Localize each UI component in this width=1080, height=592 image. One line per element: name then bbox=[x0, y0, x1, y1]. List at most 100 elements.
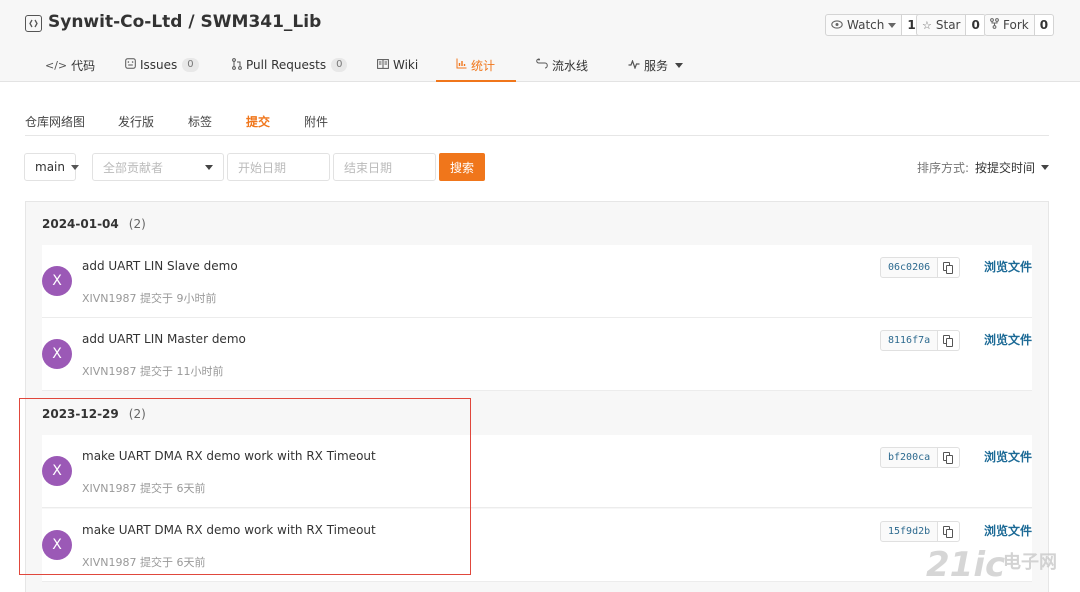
tab-pull-requests[interactable]: Pull Requests 0 bbox=[232, 48, 348, 82]
commit-message[interactable]: make UART DMA RX demo work with RX Timeo… bbox=[82, 523, 376, 537]
subnav-commits[interactable]: 提交 bbox=[246, 113, 270, 130]
fork-icon bbox=[990, 18, 999, 32]
commit-sha[interactable]: 8116f7a bbox=[880, 330, 939, 351]
commit-meta: XIVN1987 提交于 6天前 bbox=[82, 482, 206, 495]
chevron-down-icon bbox=[70, 164, 79, 170]
chevron-down-icon bbox=[205, 164, 213, 170]
commit-sha[interactable]: 15f9d2b bbox=[880, 521, 939, 542]
star-group: ☆ Star 0 bbox=[916, 14, 986, 36]
search-button[interactable]: 搜索 bbox=[439, 153, 485, 181]
copy-icon[interactable] bbox=[938, 330, 961, 351]
browse-files-link[interactable]: 浏览文件 bbox=[984, 258, 1032, 275]
commit-row: X add UART LIN Slave demo XIVN1987 提交于 9… bbox=[42, 245, 1032, 318]
commit-sha-group: 8116f7a bbox=[880, 330, 961, 351]
subnav-attachments[interactable]: 附件 bbox=[304, 113, 328, 130]
watch-label: Watch bbox=[847, 18, 885, 32]
star-button[interactable]: ☆ Star bbox=[916, 14, 967, 36]
fork-label: Fork bbox=[1003, 18, 1029, 32]
service-icon bbox=[628, 58, 640, 72]
eye-icon bbox=[831, 19, 843, 32]
subnav-releases[interactable]: 发行版 bbox=[118, 113, 154, 130]
copy-icon[interactable] bbox=[938, 447, 961, 468]
commit-list: 2024-01-04 (2) X add UART LIN Slave demo… bbox=[25, 201, 1049, 592]
copy-icon[interactable] bbox=[938, 521, 961, 542]
commit-date: 2023-12-29 bbox=[42, 406, 119, 421]
repo-tabs: </> 代码 Issues 0 Pull Requests 0 Wiki 统计 … bbox=[0, 48, 1080, 82]
fork-group: Fork 0 bbox=[984, 14, 1055, 36]
star-icon: ☆ bbox=[922, 18, 932, 32]
end-date-placeholder: 结束日期 bbox=[344, 160, 393, 175]
avatar[interactable]: X bbox=[42, 530, 72, 560]
commit-meta: XIVN1987 提交于 9小时前 bbox=[82, 292, 217, 305]
commit-message[interactable]: add UART LIN Master demo bbox=[82, 332, 246, 346]
chevron-down-icon bbox=[675, 62, 684, 68]
contributors-select[interactable]: 全部贡献者 bbox=[92, 153, 224, 181]
commit-sha[interactable]: 06c0206 bbox=[880, 257, 939, 278]
watermark-text: 电子网 bbox=[1003, 552, 1057, 573]
tab-issues[interactable]: Issues 0 bbox=[125, 48, 199, 82]
issues-count-badge: 0 bbox=[182, 58, 199, 72]
repo-owner-link[interactable]: Synwit-Co-Ltd bbox=[48, 12, 182, 32]
commit-date-group: 2023-12-29 (2) bbox=[26, 392, 1048, 435]
tab-pipeline[interactable]: 流水线 bbox=[536, 48, 588, 82]
repo-header: Synwit-Co-Ltd / SWM341_Lib Watch 1 ☆ Sta… bbox=[0, 0, 1080, 82]
copy-icon[interactable] bbox=[938, 257, 961, 278]
tab-label: Pull Requests bbox=[246, 58, 327, 72]
fork-count[interactable]: 0 bbox=[1034, 14, 1055, 36]
pull-request-icon bbox=[232, 57, 242, 73]
tab-wiki[interactable]: Wiki bbox=[377, 48, 418, 82]
pipeline-icon bbox=[536, 58, 548, 72]
tab-label: 统计 bbox=[471, 58, 496, 73]
tab-label: 服务 bbox=[644, 58, 669, 73]
start-date-input[interactable]: 开始日期 bbox=[227, 153, 330, 181]
tab-code[interactable]: </> 代码 bbox=[45, 48, 95, 82]
tab-statistics[interactable]: 统计 bbox=[456, 48, 495, 82]
commit-row: X make UART DMA RX demo work with RX Tim… bbox=[42, 509, 1032, 582]
commit-message[interactable]: make UART DMA RX demo work with RX Timeo… bbox=[82, 449, 376, 463]
commit-sha[interactable]: bf200ca bbox=[880, 447, 939, 468]
branch-select[interactable]: main bbox=[24, 153, 79, 181]
chevron-down-icon bbox=[1041, 165, 1049, 170]
star-count[interactable]: 0 bbox=[966, 14, 986, 36]
end-date-input[interactable]: 结束日期 bbox=[333, 153, 436, 181]
commit-row: X make UART DMA RX demo work with RX Tim… bbox=[42, 435, 1032, 508]
avatar[interactable]: X bbox=[42, 456, 72, 486]
code-icon: </> bbox=[45, 58, 68, 72]
pull-requests-count-badge: 0 bbox=[331, 58, 348, 72]
repo-title: Synwit-Co-Ltd / SWM341_Lib bbox=[48, 12, 321, 32]
tab-label: Wiki bbox=[393, 58, 419, 72]
commit-date-group: 2024-01-04 (2) bbox=[26, 202, 1048, 245]
browse-files-link[interactable]: 浏览文件 bbox=[984, 448, 1032, 465]
sort-dropdown[interactable]: 排序方式: 按提交时间 bbox=[917, 159, 1049, 176]
commit-sha-group: 15f9d2b bbox=[880, 521, 961, 542]
commit-sha-group: 06c0206 bbox=[880, 257, 961, 278]
tab-services[interactable]: 服务 bbox=[628, 48, 684, 82]
tab-label: 代码 bbox=[71, 58, 96, 73]
commit-meta: XIVN1987 提交于 11小时前 bbox=[82, 365, 224, 378]
commit-date-count: (2) bbox=[128, 406, 146, 421]
start-date-placeholder: 开始日期 bbox=[238, 160, 287, 175]
commit-message[interactable]: add UART LIN Slave demo bbox=[82, 259, 238, 273]
active-tab-indicator bbox=[436, 80, 516, 82]
commit-row: X add UART LIN Master demo XIVN1987 提交于 … bbox=[42, 318, 1032, 391]
browse-files-link[interactable]: 浏览文件 bbox=[984, 331, 1032, 348]
browse-files-link[interactable]: 浏览文件 bbox=[984, 522, 1032, 539]
commit-date: 2024-01-04 bbox=[42, 216, 119, 231]
commit-meta: XIVN1987 提交于 6天前 bbox=[82, 556, 206, 569]
tab-label: Issues bbox=[140, 58, 178, 72]
subnav-network[interactable]: 仓库网络图 bbox=[25, 113, 85, 130]
fork-button[interactable]: Fork bbox=[984, 14, 1035, 36]
statistics-subnav: 仓库网络图 发行版 标签 提交 附件 bbox=[25, 108, 1049, 136]
commit-sha-group: bf200ca bbox=[880, 447, 961, 468]
repo-name-link[interactable]: SWM341_Lib bbox=[201, 12, 322, 32]
branch-value: main bbox=[35, 160, 65, 174]
watch-group: Watch 1 bbox=[825, 14, 922, 36]
watch-button[interactable]: Watch bbox=[825, 14, 903, 36]
chart-icon bbox=[456, 58, 467, 72]
sort-value: 按提交时间 bbox=[974, 161, 1035, 175]
avatar[interactable]: X bbox=[42, 266, 72, 296]
repo-title-separator: / bbox=[182, 12, 201, 32]
issues-icon bbox=[125, 58, 136, 72]
subnav-tags[interactable]: 标签 bbox=[188, 113, 212, 130]
avatar[interactable]: X bbox=[42, 339, 72, 369]
